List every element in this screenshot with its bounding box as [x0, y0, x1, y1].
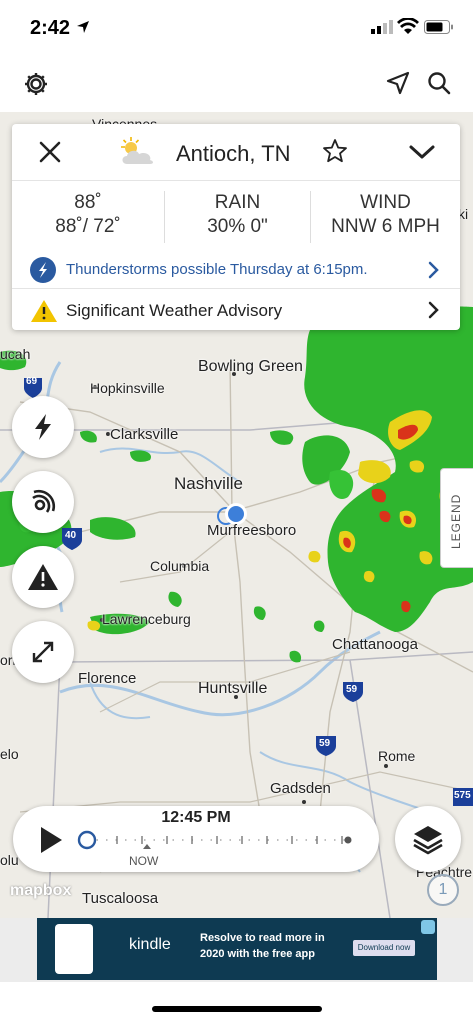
expand-button[interactable]	[12, 621, 74, 683]
current-temp: 88˚	[74, 192, 102, 213]
navigation-icon[interactable]	[385, 70, 411, 96]
layers-icon	[413, 826, 443, 855]
rain-label: RAIN	[214, 192, 261, 213]
chevron-right-icon	[428, 261, 439, 279]
conditions-row: 88˚ 88˚/ 72˚ RAIN 30% 0" WIND NNW 6 MPH	[12, 180, 460, 252]
city-rome: Rome	[378, 748, 416, 764]
status-bar: 2:42	[0, 0, 473, 56]
star-icon[interactable]	[322, 138, 348, 164]
info-button[interactable]: 1	[427, 874, 459, 906]
location-arrow-icon	[77, 21, 89, 33]
mapbox-attribution[interactable]: mapbox	[10, 882, 71, 900]
hwy-59b-label: 59	[319, 738, 331, 749]
battery-icon	[424, 20, 453, 34]
city-florence: Florence	[78, 670, 137, 687]
search-icon[interactable]	[426, 70, 452, 96]
expand-icon	[32, 641, 54, 663]
ad-banner: kindle Resolve to read more in 2020 with…	[0, 918, 473, 982]
timeline-slider[interactable]	[77, 828, 357, 852]
gear-icon[interactable]	[22, 70, 50, 98]
warning-icon	[28, 564, 58, 590]
city-hopkinsville: Hopkinsville	[90, 380, 165, 396]
city-paducah: ucah	[0, 346, 31, 362]
radar-playback: 12:45 PM NOW	[13, 806, 379, 872]
top-toolbar	[0, 56, 473, 112]
hwy-40-label: 40	[65, 530, 77, 541]
wind-value: NNW 6 MPH	[331, 216, 440, 237]
kindle-ad[interactable]: kindle Resolve to read more in 2020 with…	[37, 918, 437, 980]
ad-line2: 2020 with the free app	[200, 948, 315, 960]
city-clarksville: Clarksville	[110, 426, 179, 443]
home-indicator[interactable]	[152, 1006, 322, 1012]
status-time: 2:42	[30, 17, 71, 39]
city-murfreesboro: Murfreesboro	[207, 522, 297, 539]
city-huntsville: Huntsville	[198, 680, 268, 697]
legend-label: LEGEND	[449, 493, 463, 549]
city-tuscaloosa: Tuscaloosa	[82, 890, 159, 907]
now-label: NOW	[129, 854, 159, 868]
rain-column: RAIN 30% 0"	[164, 191, 310, 243]
hwy-575-label: 575	[454, 790, 471, 801]
hwy-69-label: 69	[26, 376, 38, 387]
hi-lo-temp: 88˚/ 72˚	[55, 216, 121, 237]
rain-value: 30% 0"	[207, 216, 268, 237]
city-chattanooga: Chattanooga	[332, 636, 418, 653]
alerts-button[interactable]	[12, 546, 74, 608]
radar-icon	[32, 489, 56, 513]
weather-card: Antioch, TN 88˚ 88˚/ 72˚ RAIN 30% 0" WIN…	[12, 124, 460, 330]
playback-time: 12:45 PM	[161, 809, 231, 826]
city-bowling-green: Bowling Green	[198, 358, 303, 375]
city-lawrenceburg: Lawrenceburg	[102, 611, 191, 627]
weather-advisory[interactable]: Significant Weather Advisory	[12, 288, 460, 330]
signal-icon	[371, 20, 393, 34]
ad-phone-image	[55, 924, 93, 974]
lightning-button[interactable]	[12, 396, 74, 458]
partly-sunny-icon	[121, 137, 153, 164]
legend-tab[interactable]: LEGEND	[440, 468, 473, 568]
wind-column: WIND NNW 6 MPH	[310, 191, 460, 243]
city-nashville: Nashville	[174, 474, 243, 493]
thunderstorm-alert-text: Thunderstorms possible Thursday at 6:15p…	[66, 261, 368, 278]
ad-brand: kindle	[129, 936, 171, 953]
warning-icon	[31, 300, 57, 322]
radar-button[interactable]	[12, 471, 74, 533]
city-columbia: Columbia	[150, 558, 210, 574]
wifi-icon	[397, 18, 419, 34]
ad-line1: Resolve to read more in	[200, 932, 325, 944]
adchoices-icon[interactable]	[421, 920, 435, 934]
thunderstorm-alert[interactable]: Thunderstorms possible Thursday at 6:15p…	[12, 252, 460, 288]
city-edge-elo: elo	[0, 746, 19, 762]
close-icon[interactable]	[38, 140, 62, 164]
chevron-down-icon[interactable]	[408, 142, 436, 162]
chevron-right-icon	[428, 301, 439, 319]
lightning-badge-icon	[30, 257, 56, 283]
play-icon[interactable]	[39, 826, 63, 854]
city-gadsden: Gadsden	[270, 780, 331, 797]
location-name: Antioch, TN	[176, 141, 291, 166]
hwy-59a-label: 59	[346, 684, 358, 695]
lightning-icon	[35, 414, 51, 440]
ad-download-button[interactable]: Download now	[353, 940, 415, 956]
wind-label: WIND	[360, 192, 411, 213]
advisory-text: Significant Weather Advisory	[66, 301, 283, 320]
temp-column: 88˚ 88˚/ 72˚	[12, 191, 164, 243]
layers-button[interactable]	[395, 806, 461, 872]
